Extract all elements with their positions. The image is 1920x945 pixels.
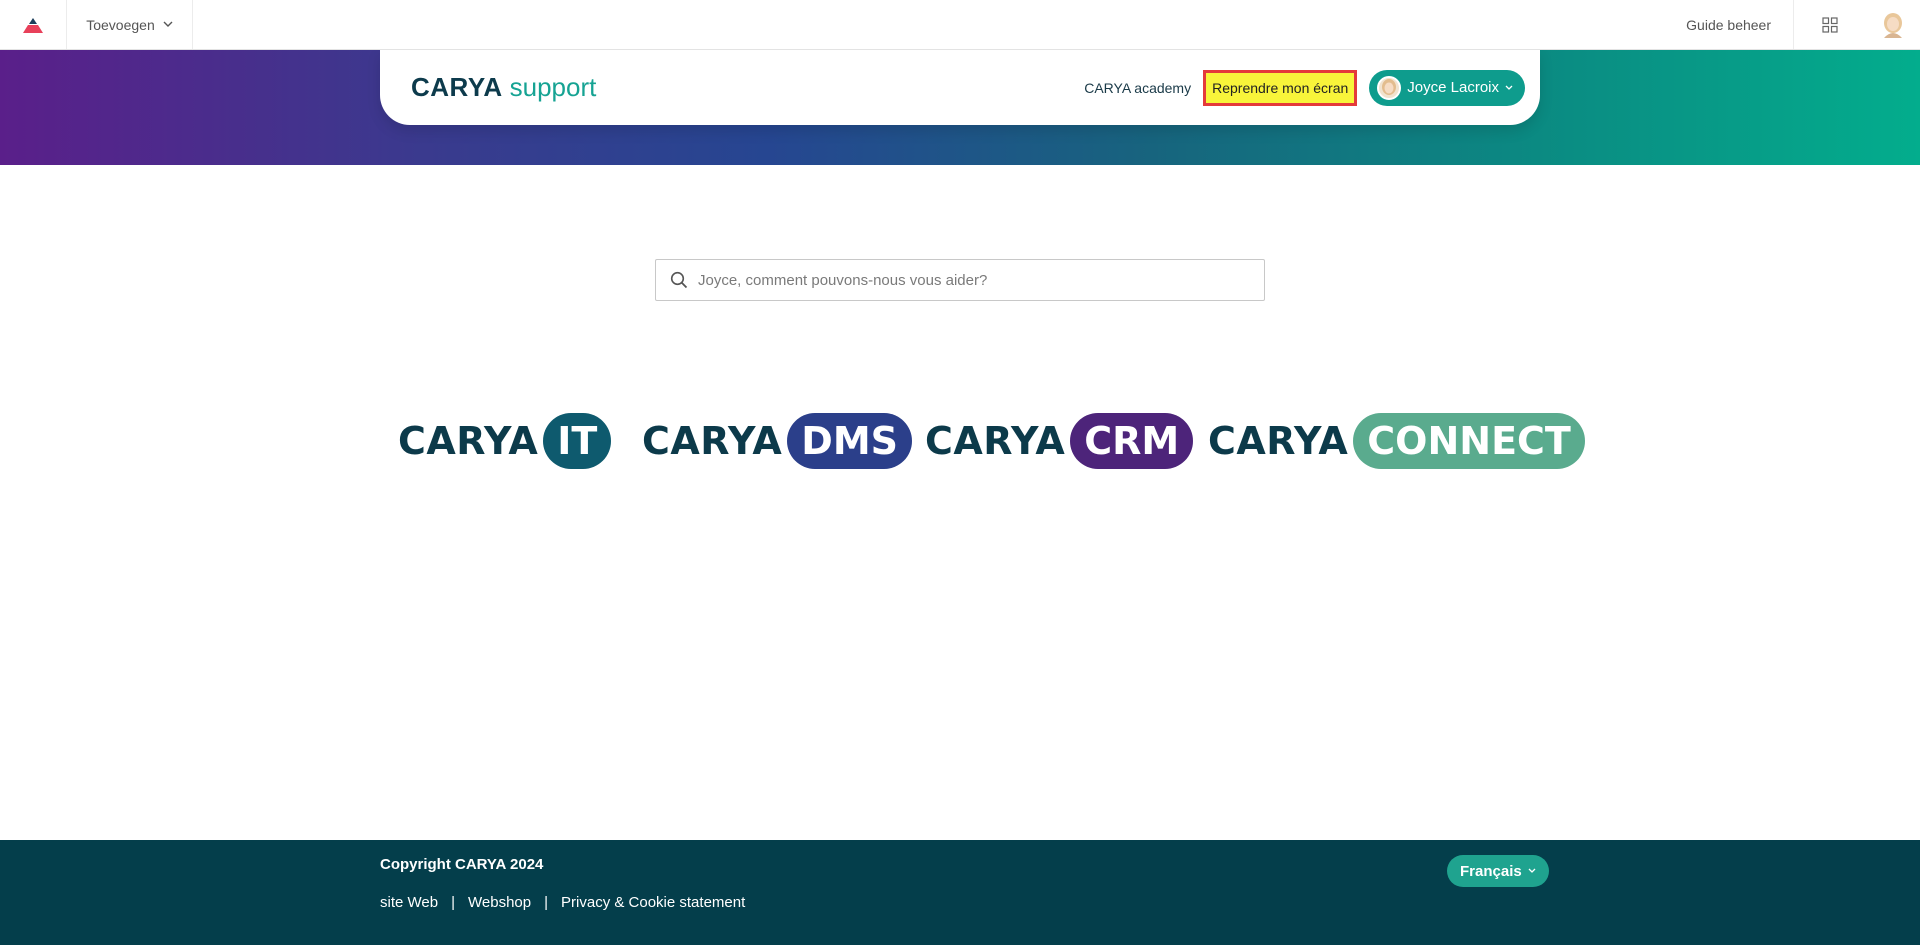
- user-name: Joyce Lacroix: [1407, 79, 1499, 96]
- search-input[interactable]: [698, 260, 1264, 300]
- product-name: IT: [543, 413, 612, 469]
- footer-separator: |: [544, 894, 549, 911]
- footer-link-privacy[interactable]: Privacy & Cookie statement: [561, 894, 745, 911]
- apps-button[interactable]: [1794, 0, 1866, 49]
- add-menu-label: Toevoegen: [86, 16, 155, 33]
- user-avatar[interactable]: [1866, 0, 1920, 49]
- footer-links: site Web | Webshop | Privacy & Cookie st…: [380, 894, 745, 911]
- footer-separator: |: [451, 894, 455, 911]
- language-selector[interactable]: Français: [1447, 855, 1549, 887]
- product-carya-it[interactable]: CARYA IT: [398, 413, 612, 469]
- product-carya-crm[interactable]: CARYA CRM: [925, 413, 1194, 469]
- footer: Copyright CARYA 2024 site Web | Webshop …: [0, 840, 1920, 945]
- chevron-down-icon: [163, 21, 173, 27]
- product-carya-dms[interactable]: CARYA DMS: [642, 413, 913, 469]
- search-box: [655, 259, 1265, 301]
- user-menu-button[interactable]: Joyce Lacroix: [1369, 69, 1525, 106]
- language-label: Français: [1460, 862, 1522, 880]
- guide-beheer-link[interactable]: Guide beheer: [1664, 0, 1794, 49]
- search-icon: [670, 271, 688, 289]
- header-nav: CARYA academy Reprendre mon écran Joyce …: [1084, 69, 1525, 106]
- brand-logo[interactable]: CARYA support: [411, 72, 596, 103]
- copyright-text: Copyright CARYA 2024: [380, 856, 544, 873]
- product-name: CRM: [1070, 413, 1194, 469]
- chevron-down-icon: [1505, 85, 1513, 90]
- chevron-down-icon: [1528, 868, 1536, 873]
- site-header: CARYA support CARYA academy Reprendre mo…: [380, 50, 1540, 125]
- brand-secondary: support: [509, 72, 597, 102]
- admin-bar: Toevoegen Guide beheer: [0, 0, 1920, 50]
- avatar-icon: [1884, 12, 1902, 38]
- grid-icon: [1822, 16, 1838, 33]
- product-prefix: CARYA: [642, 419, 783, 463]
- home-logo[interactable]: [0, 0, 67, 49]
- academy-link[interactable]: CARYA academy: [1084, 80, 1191, 96]
- user-avatar-small: [1377, 75, 1402, 100]
- footer-link-webshop[interactable]: Webshop: [468, 894, 531, 911]
- product-prefix: CARYA: [1208, 419, 1349, 463]
- caret-up-logo-icon: [23, 17, 43, 33]
- avatar-icon: [1382, 78, 1397, 95]
- product-name: DMS: [787, 413, 913, 469]
- product-carya-connect[interactable]: CARYA CONNECT: [1208, 413, 1585, 469]
- product-name: CONNECT: [1353, 413, 1585, 469]
- product-prefix: CARYA: [398, 419, 539, 463]
- footer-link-site-web[interactable]: site Web: [380, 894, 438, 911]
- product-prefix: CARYA: [925, 419, 1066, 463]
- brand-primary: CARYA: [411, 72, 503, 102]
- reprendre-button[interactable]: Reprendre mon écran: [1203, 69, 1358, 106]
- add-menu-button[interactable]: Toevoegen: [67, 0, 193, 49]
